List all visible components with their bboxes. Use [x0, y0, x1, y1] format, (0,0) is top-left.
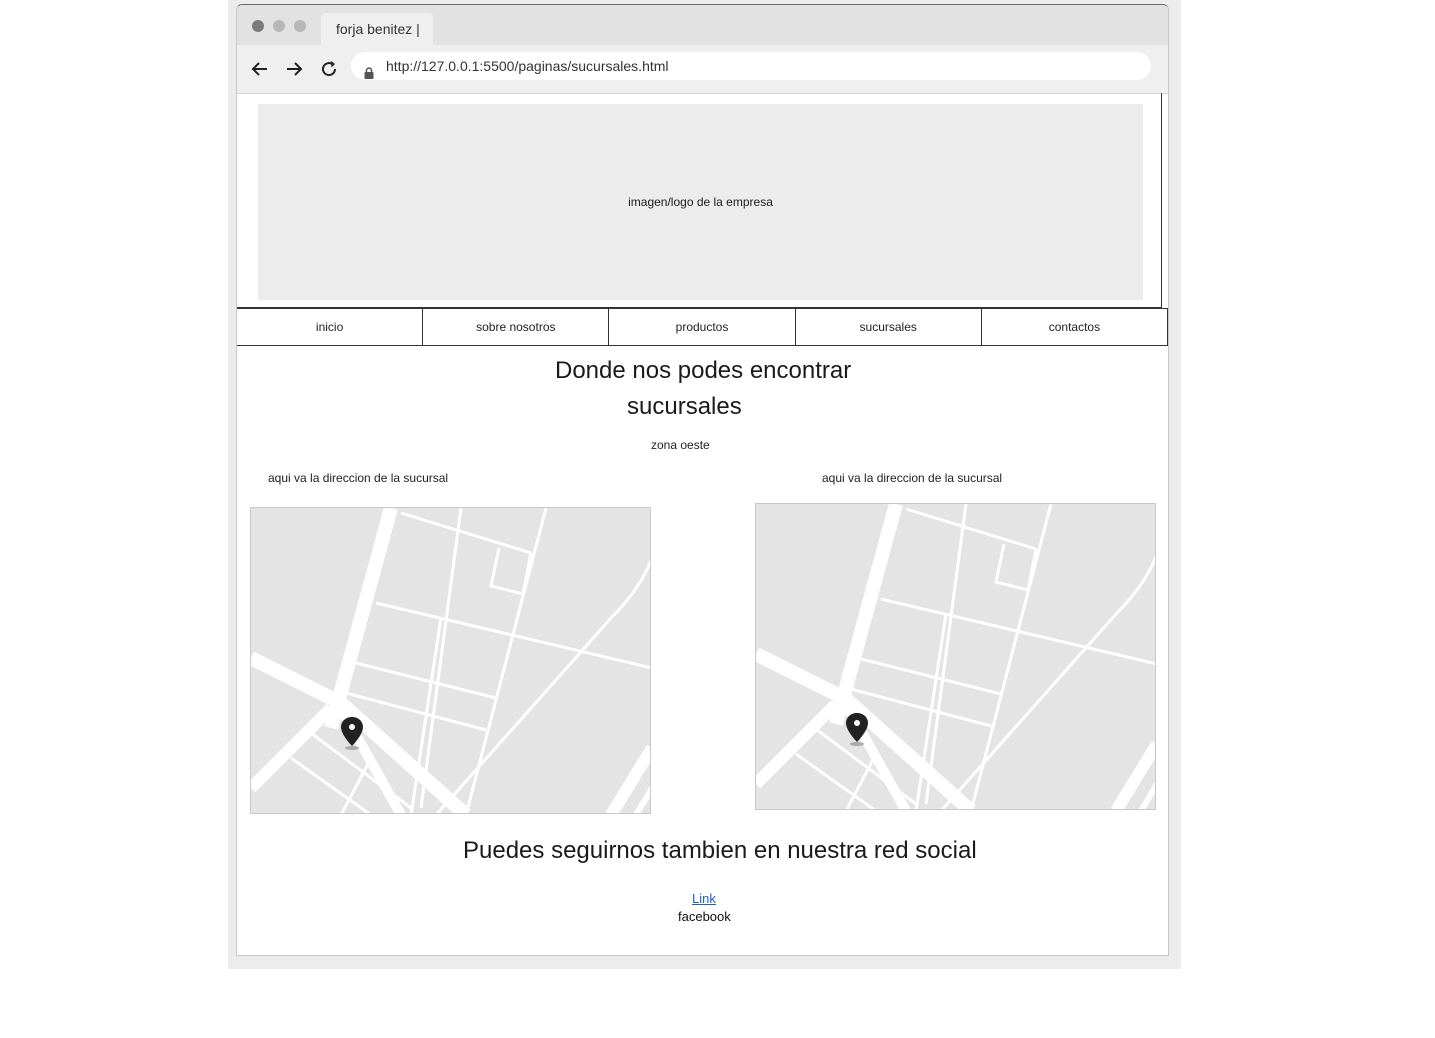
reload-icon[interactable] — [318, 58, 340, 80]
browser-tab[interactable]: forja benitez | — [321, 13, 433, 45]
section-title: sucursales — [627, 393, 742, 420]
window-maximize-dot[interactable] — [294, 20, 306, 32]
map-pin-icon — [338, 715, 366, 751]
nav-item-sobre-nosotros[interactable]: sobre nosotros — [423, 309, 610, 345]
branch-address-1: aqui va la direccion de la sucursal — [268, 471, 449, 485]
window-close-dot[interactable] — [252, 20, 264, 32]
page-title: Donde nos podes encontrar — [555, 357, 852, 384]
page-header: imagen/logo de la empresa — [237, 93, 1162, 308]
tab-bar: forja benitez | — [237, 5, 1168, 45]
branch-map-2[interactable] — [755, 503, 1156, 810]
url-bar[interactable]: http://127.0.0.1:5500/paginas/sucursales… — [351, 52, 1151, 80]
company-logo-placeholder: imagen/logo de la empresa — [258, 104, 1143, 300]
browser-window: forja benitez | http://127.0.0.1:5500/pa… — [236, 4, 1169, 956]
window-minimize-dot[interactable] — [273, 20, 285, 32]
social-network-label: facebook — [678, 909, 731, 924]
logo-placeholder-label: imagen/logo de la empresa — [628, 195, 773, 209]
url-text: http://127.0.0.1:5500/paginas/sucursales… — [386, 58, 669, 74]
forward-arrow-icon[interactable] — [283, 58, 305, 80]
branch-map-1[interactable] — [250, 507, 651, 814]
back-arrow-icon[interactable] — [249, 58, 271, 80]
map-pin-icon — [843, 711, 871, 747]
main-navigation: inicio sobre nosotros productos sucursal… — [237, 308, 1168, 346]
address-toolbar: http://127.0.0.1:5500/paginas/sucursales… — [237, 45, 1168, 94]
social-section-title: Puedes seguirnos tambien en nuestra red … — [463, 837, 977, 864]
nav-item-contactos[interactable]: contactos — [982, 309, 1167, 345]
nav-item-inicio[interactable]: inicio — [237, 309, 424, 345]
social-link[interactable]: Link — [692, 891, 716, 906]
lock-icon — [364, 60, 374, 79]
branch-address-2: aqui va la direccion de la sucursal — [822, 471, 1003, 485]
zone-label: zona oeste — [651, 438, 710, 452]
nav-item-productos[interactable]: productos — [609, 309, 796, 345]
nav-item-sucursales[interactable]: sucursales — [796, 309, 982, 345]
